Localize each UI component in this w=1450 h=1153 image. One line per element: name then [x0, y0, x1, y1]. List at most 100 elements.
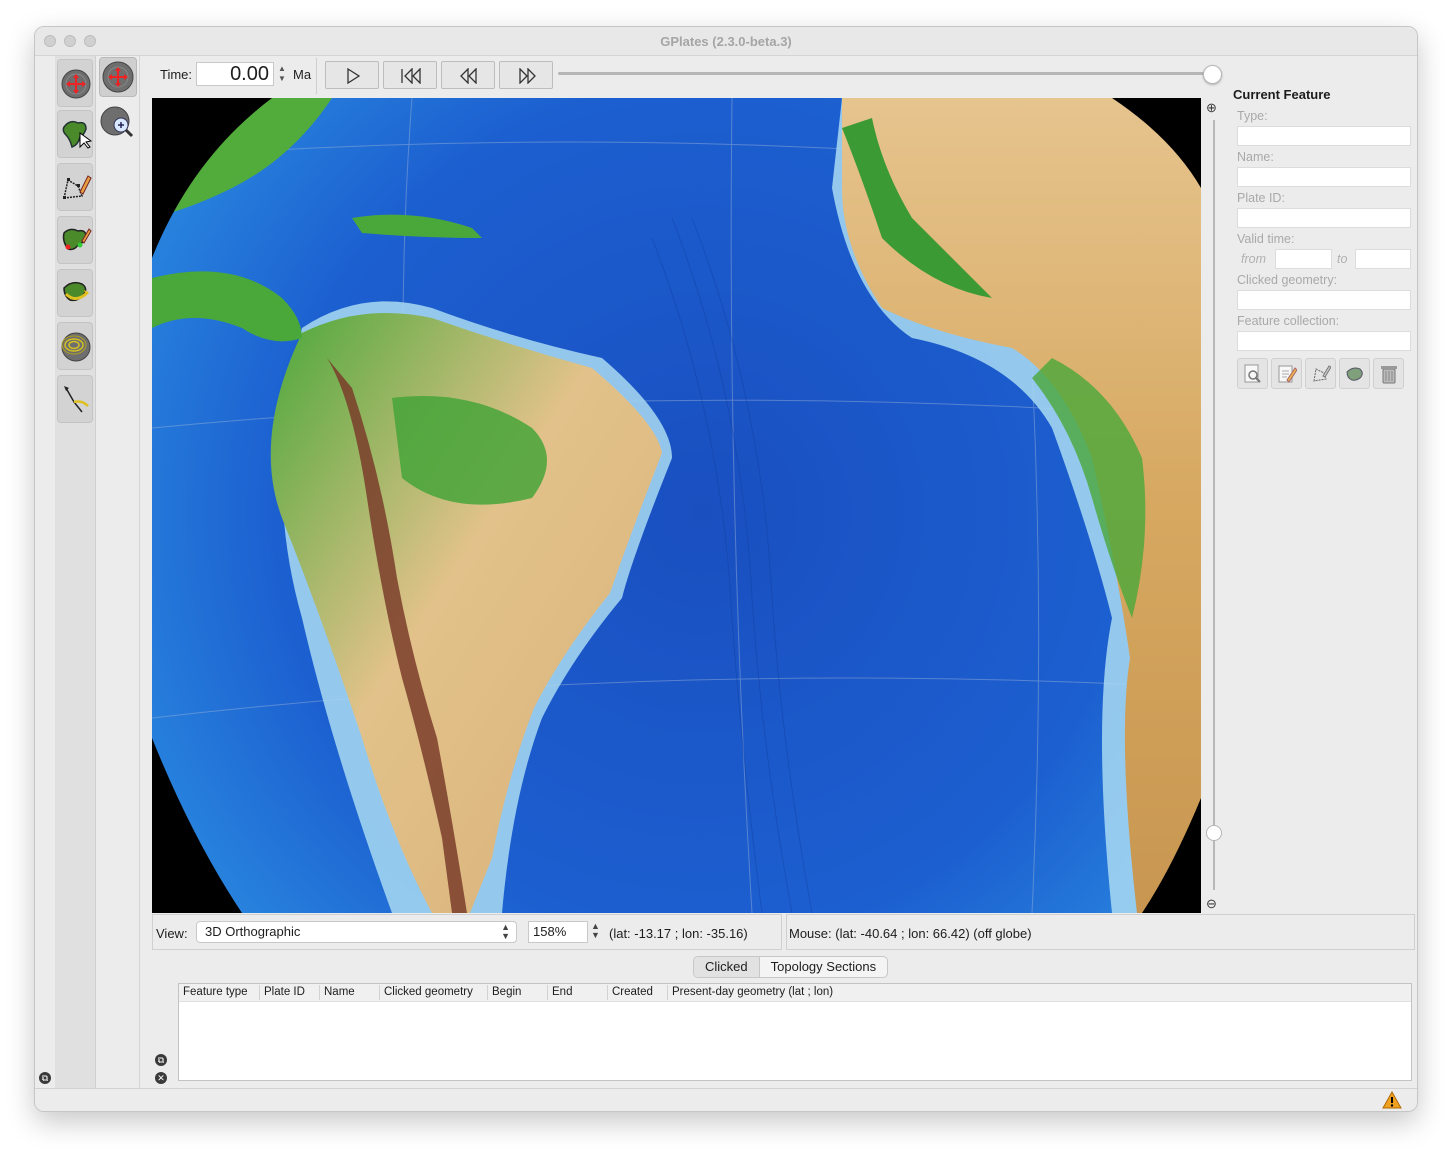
- feature-collection-label: Feature collection:: [1237, 314, 1340, 328]
- tool-options-column: [96, 56, 140, 1088]
- measure-distance-icon: [64, 386, 89, 413]
- zoom-out-icon[interactable]: ⊖: [1206, 896, 1217, 912]
- choose-feature-icon: [62, 120, 92, 149]
- close-dock-icon[interactable]: ✕: [155, 1072, 167, 1084]
- zoom-globe-icon: [100, 106, 134, 138]
- drag-globe-tool-button[interactable]: [57, 59, 93, 107]
- reset-animation-button[interactable]: [383, 61, 437, 89]
- name-label: Name:: [1237, 150, 1274, 164]
- manipulate-pole-icon: [63, 281, 90, 302]
- zoom-stepper[interactable]: ▲ ▼: [591, 922, 600, 940]
- clone-geometry-icon: [1313, 365, 1331, 382]
- reconstruct-icon: [1346, 367, 1363, 381]
- small-circle-icon: [61, 332, 91, 362]
- float-dock-icon[interactable]: ⧉: [155, 1054, 167, 1066]
- projection-value: 3D Orthographic: [205, 924, 301, 939]
- edit-feature-icon: [1278, 365, 1297, 383]
- clone-geometry-button[interactable]: [1305, 358, 1336, 389]
- column-header[interactable]: Plate ID: [259, 985, 305, 1000]
- small-circle-tool-button[interactable]: [57, 322, 93, 370]
- mouse-status: Mouse: (lat: -40.64 ; lon: 66.42) (off g…: [786, 914, 1415, 950]
- drag-globe-mode-button[interactable]: [99, 57, 137, 97]
- tool-palette: [55, 56, 96, 1088]
- query-feature-icon: [1244, 364, 1261, 383]
- tab-clicked[interactable]: Clicked: [694, 957, 760, 977]
- type-label: Type:: [1237, 109, 1268, 123]
- camera-coordinates: (lat: -13.17 ; lon: -35.16): [609, 926, 748, 941]
- digitise-geometry-icon: [63, 175, 92, 199]
- column-header[interactable]: End: [547, 985, 572, 1000]
- manipulate-pole-tool-button[interactable]: [57, 269, 93, 317]
- clicked-features-table[interactable]: Feature type Plate ID Name Clicked geome…: [178, 983, 1412, 1081]
- build-topology-tool-button[interactable]: [57, 216, 93, 264]
- valid-to-field: [1355, 249, 1411, 269]
- time-stepper[interactable]: ▲ ▼: [277, 64, 287, 86]
- column-header[interactable]: Present-day geometry (lat ; lon): [667, 985, 833, 1000]
- view-controls: View: 3D Orthographic ▲ ▼ 158% ▲ ▼ (lat: -…: [152, 914, 782, 950]
- zoom-slider-handle[interactable]: [1206, 825, 1222, 841]
- tab-topology-sections[interactable]: Topology Sections: [760, 957, 888, 977]
- edit-feature-button[interactable]: [1271, 358, 1302, 389]
- chevron-updown-icon: ▲ ▼: [501, 922, 510, 941]
- name-field: [1237, 167, 1411, 187]
- to-label: to: [1337, 252, 1348, 266]
- clicked-geometry-field: [1237, 290, 1411, 310]
- rewind-button[interactable]: [441, 61, 495, 89]
- valid-from-field: [1275, 249, 1332, 269]
- status-bar: [35, 1088, 1417, 1111]
- column-header[interactable]: Created: [607, 985, 653, 1000]
- column-header[interactable]: Clicked geometry: [379, 985, 473, 1000]
- zoom-globe-mode-button[interactable]: [99, 103, 137, 143]
- choose-feature-tool-button[interactable]: [57, 110, 93, 158]
- title-bar: GPlates (2.3.0-beta.3): [35, 27, 1417, 56]
- type-field: [1237, 126, 1411, 146]
- from-label: from: [1241, 252, 1266, 266]
- view-label: View:: [156, 926, 188, 941]
- time-input[interactable]: 0.00: [196, 62, 274, 86]
- fast-forward-icon: [519, 68, 536, 84]
- table-header: Feature type Plate ID Name Clicked geome…: [179, 984, 1411, 1002]
- feature-table-tabs: Clicked Topology Sections: [693, 956, 889, 978]
- zoom-percent-input[interactable]: 158%: [528, 921, 588, 943]
- drag-globe-icon: [61, 69, 91, 99]
- warning-icon[interactable]: [1382, 1091, 1402, 1109]
- digitise-geometry-tool-button[interactable]: [57, 163, 93, 211]
- play-button[interactable]: [325, 61, 379, 89]
- globe-canvas[interactable]: [152, 98, 1201, 913]
- rewind-icon: [460, 68, 477, 84]
- float-palette-icon[interactable]: ⧉: [39, 1072, 51, 1084]
- clicked-geometry-label: Clicked geometry:: [1237, 273, 1338, 287]
- play-icon: [347, 68, 361, 84]
- globe-map[interactable]: [152, 98, 1201, 913]
- zoom-in-icon[interactable]: ⊕: [1206, 100, 1217, 116]
- divider: [316, 58, 317, 94]
- measure-distance-tool-button[interactable]: [57, 375, 93, 423]
- zoom-slider: ⊕ ⊖: [1202, 98, 1225, 913]
- feature-collection-field: [1237, 331, 1411, 351]
- time-controls: Time: 0.00 ▲ ▼ Ma: [152, 56, 1225, 96]
- plate-id-field: [1237, 208, 1411, 228]
- delete-feature-button[interactable]: [1373, 358, 1404, 389]
- zoom-slider-track[interactable]: [1213, 120, 1215, 890]
- query-feature-button[interactable]: [1237, 358, 1268, 389]
- time-slider-handle[interactable]: [1203, 65, 1222, 84]
- projection-select[interactable]: 3D Orthographic ▲ ▼: [196, 921, 517, 943]
- column-header[interactable]: Name: [319, 985, 355, 1000]
- column-header[interactable]: Feature type: [179, 985, 248, 1000]
- time-label: Time:: [160, 67, 193, 82]
- fast-forward-button[interactable]: [499, 61, 553, 89]
- plate-id-label: Plate ID:: [1237, 191, 1285, 205]
- valid-time-label: Valid time:: [1237, 232, 1295, 246]
- feature-table-dock: Clicked Topology Sections Feature type P…: [173, 954, 1417, 1088]
- view-status-bar: View: 3D Orthographic ▲ ▼ 158% ▲ ▼ (lat: -…: [152, 914, 1417, 952]
- time-unit: Ma: [293, 67, 312, 82]
- delete-feature-icon: [1381, 366, 1397, 384]
- mouse-coordinates: Mouse: (lat: -40.64 ; lon: 66.42) (off g…: [789, 926, 1032, 941]
- window-title: GPlates (2.3.0-beta.3): [660, 34, 792, 49]
- reconstruct-feature-button[interactable]: [1339, 358, 1370, 389]
- build-topology-icon: [62, 228, 92, 251]
- time-slider-track[interactable]: [558, 72, 1208, 75]
- current-feature-title: Current Feature: [1233, 87, 1331, 102]
- drag-globe-icon: [102, 61, 134, 93]
- column-header[interactable]: Begin: [487, 985, 521, 1000]
